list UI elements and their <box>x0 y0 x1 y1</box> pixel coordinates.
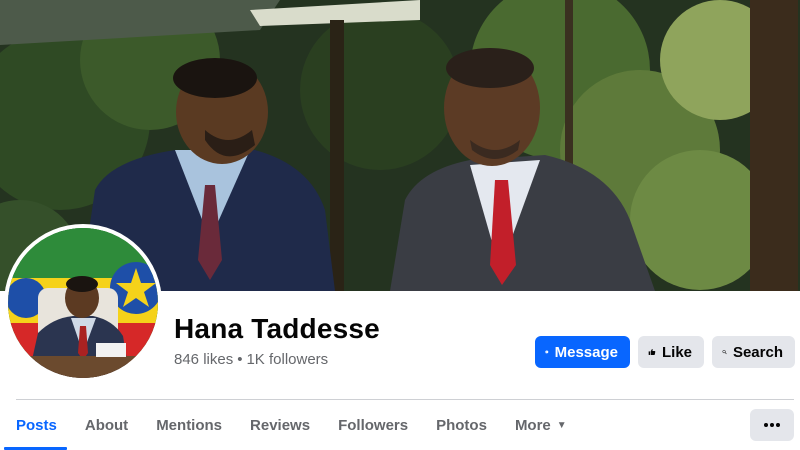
search-icon <box>722 349 727 355</box>
profile-actions: Message Like Search <box>535 336 795 368</box>
tab-more[interactable]: More ▼ <box>501 400 581 450</box>
profile-picture-image <box>8 228 158 378</box>
tab-photos-label: Photos <box>436 416 487 434</box>
tab-mentions[interactable]: Mentions <box>142 400 236 450</box>
tab-more-label: More <box>514 416 551 434</box>
followers-count[interactable]: 1K followers <box>246 351 328 368</box>
ellipsis-icon <box>764 423 780 427</box>
tab-posts[interactable]: Posts <box>0 400 71 450</box>
like-button-label: Like <box>661 343 692 361</box>
search-button-label: Search <box>732 343 783 361</box>
profile-picture[interactable] <box>4 224 162 382</box>
tab-followers-label: Followers <box>338 416 409 434</box>
more-options-button[interactable] <box>750 409 794 441</box>
message-button-label: Message <box>554 343 618 361</box>
message-button[interactable]: Message <box>535 336 630 368</box>
caret-down-icon: ▼ <box>556 419 567 431</box>
page-title: Hana Taddesse <box>174 313 380 344</box>
tab-followers[interactable]: Followers <box>324 400 422 450</box>
tab-about-label: About <box>84 416 129 434</box>
tab-photos[interactable]: Photos <box>422 400 501 450</box>
likes-count[interactable]: 846 likes <box>174 351 233 368</box>
thumbs-up-icon <box>648 349 656 355</box>
tab-mentions-label: Mentions <box>156 416 223 434</box>
messenger-icon <box>545 350 549 354</box>
tab-reviews-label: Reviews <box>250 416 311 434</box>
search-button[interactable]: Search <box>712 336 795 368</box>
like-button[interactable]: Like <box>638 336 704 368</box>
avatar <box>8 228 158 378</box>
stats-separator: • <box>237 351 243 368</box>
tab-reviews[interactable]: Reviews <box>236 400 324 450</box>
tab-posts-label: Posts <box>16 416 57 434</box>
page-stats: 846 likes • 1K followers <box>174 351 328 368</box>
tab-about[interactable]: About <box>71 400 142 450</box>
profile-tabs: Posts About Mentions Reviews Followers P… <box>0 400 581 450</box>
